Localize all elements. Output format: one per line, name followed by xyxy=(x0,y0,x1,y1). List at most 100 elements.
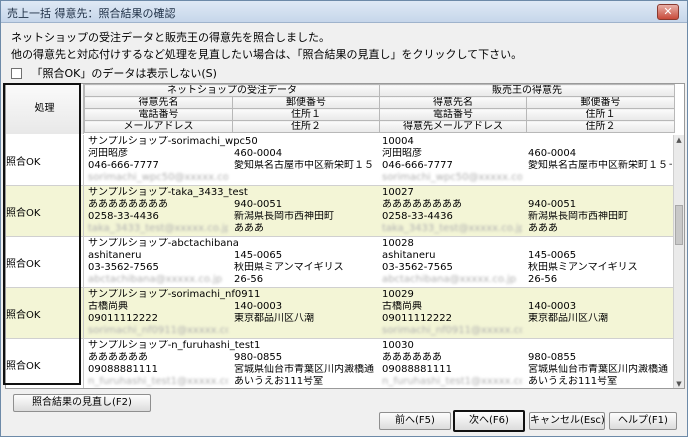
scroll-up-icon[interactable]: ▲ xyxy=(674,135,684,145)
hb-zip: 980-0855 xyxy=(528,352,577,363)
hb-name: 古橋尚典 xyxy=(382,301,422,312)
header-shop-tel[interactable]: 電話番号 xyxy=(84,108,233,121)
header-hb-zip[interactable]: 郵便番号 xyxy=(526,96,675,109)
table-row[interactable]: 照合OK サンプルショップ-sorimachi_wpc50 河田昭彦 460-0… xyxy=(6,135,674,186)
shop-zip: 145-0065 xyxy=(234,250,283,261)
match-result-grid[interactable]: 処理 ネットショップの受注データ 販売王の得意先 得意先名 郵便番号 得意先名 … xyxy=(5,83,685,389)
hide-ok-checkbox-label[interactable]: 「照合OK」のデータは表示しない(S) xyxy=(32,67,217,80)
cancel-button[interactable]: キャンセル(Esc) xyxy=(529,412,605,430)
hb-tel: 046-666-7777 xyxy=(382,160,453,171)
shop-zip: 460-0004 xyxy=(234,148,283,159)
header-shop-mail[interactable]: メールアドレス xyxy=(84,120,233,133)
header-hb-name[interactable]: 得意先名 xyxy=(379,96,527,109)
hb-zip: 140-0003 xyxy=(528,301,577,312)
shop-addr2: あああ xyxy=(234,223,264,234)
header-shop-addr2[interactable]: 住所２ xyxy=(232,120,380,133)
hb-code: 10029 xyxy=(382,289,414,300)
help-button[interactable]: ヘルプ(F1) xyxy=(609,412,677,430)
hb-code: 10027 xyxy=(382,187,414,198)
hb-code: 10028 xyxy=(382,238,414,249)
shop-name: ashitaneru xyxy=(88,250,142,261)
grid-rows: 照合OK サンプルショップ-sorimachi_wpc50 河田昭彦 460-0… xyxy=(6,135,674,388)
status-label: 照合OK xyxy=(6,310,41,321)
process-cell[interactable]: 照合OK xyxy=(6,288,84,338)
title-bar[interactable]: 売上一括 得意先：照合結果の確認 ✕ xyxy=(1,1,687,23)
header-hb-addr1[interactable]: 住所１ xyxy=(526,108,675,121)
close-button[interactable]: ✕ xyxy=(657,4,679,20)
hb-name: ああああああ xyxy=(382,352,442,363)
info-message-2: 他の得意先と対応付けするなど処理を見直したい場合は、「照合結果の見直し」をクリッ… xyxy=(11,48,523,61)
shop-addr1: 秋田県ミアンマイギリス xyxy=(234,262,344,273)
process-cell[interactable]: 照合OK xyxy=(6,339,84,388)
table-row[interactable]: 照合OK サンプルショップ-taka_3433_test ああああああああ 94… xyxy=(6,186,674,237)
shop-name: 河田昭彦 xyxy=(88,148,128,159)
shop-mail: sorimachi_nf0911@xxxxx.co.jp xyxy=(88,325,228,336)
shop-mail: n_furuhashi_test1@xxxxx.co.jp xyxy=(88,376,228,387)
header-shop-addr1[interactable]: 住所１ xyxy=(232,108,380,121)
hb-mail: taka_3433_test@xxxxx.co.jp xyxy=(382,223,522,234)
shop-zip: 140-0003 xyxy=(234,301,283,312)
header-hb-tel[interactable]: 電話番号 xyxy=(379,108,527,121)
vertical-scrollbar[interactable]: ▲ ▼ xyxy=(673,135,684,388)
shop-addr1: 宮城県仙台市青葉区川内澱橋通 xyxy=(234,364,374,375)
hb-mail: sorimachi_wpc50@xxxxx.co.jp xyxy=(382,172,522,183)
header-shop-name[interactable]: 得意先名 xyxy=(84,96,233,109)
shop-tel: 046-666-7777 xyxy=(88,160,159,171)
shop-zip: 980-0855 xyxy=(234,352,283,363)
header-hb-mail[interactable]: 得意先メールアドレス xyxy=(379,120,527,133)
hb-addr1: 東京都品川区八潮 xyxy=(528,313,608,324)
hb-tel: 03-3562-7565 xyxy=(382,262,453,273)
shop-name: ああああああああ xyxy=(88,199,168,210)
hb-zip: 940-0051 xyxy=(528,199,577,210)
shop-addr2: 26-56 xyxy=(234,274,264,285)
hb-addr2: あいうえお111号室 xyxy=(528,376,618,387)
table-row[interactable]: 照合OK サンプルショップ-n_furuhashi_test1 ああああああ 9… xyxy=(6,339,674,388)
hb-addr1: 宮城県仙台市青葉区川内澱橋通 xyxy=(528,364,668,375)
table-row[interactable]: 照合OK サンプルショップ-sorimachi_nf0911 古橋尚典 140-… xyxy=(6,288,674,339)
shop-addr1: 愛知県名古屋市中区新栄町１５－５ xyxy=(234,160,374,171)
shop-code: サンプルショップ-n_furuhashi_test1 xyxy=(88,340,261,351)
scroll-down-icon[interactable]: ▼ xyxy=(674,379,684,388)
shop-code: サンプルショップ-sorimachi_nf0911 xyxy=(88,289,261,300)
status-label: 照合OK xyxy=(6,157,41,168)
shop-addr2: あいうえお111号室 xyxy=(234,376,324,387)
status-label: 照合OK xyxy=(6,259,41,270)
header-shop-group: ネットショップの受注データ xyxy=(84,84,380,97)
shop-code: サンプルショップ-taka_3433_test xyxy=(88,187,248,198)
shop-tel: 03-3562-7565 xyxy=(88,262,159,273)
hide-ok-checkbox-row[interactable]: 「照合OK」のデータは表示しない(S) xyxy=(11,65,217,80)
hb-mail: n_furuhashi_test1@xxxxx.co.jp xyxy=(382,376,522,387)
scroll-thumb[interactable] xyxy=(675,205,683,245)
shop-tel: 09088881111 xyxy=(88,364,158,375)
prev-button[interactable]: 前へ(F5) xyxy=(379,412,451,430)
review-results-button[interactable]: 照合結果の見直し(F2) xyxy=(13,394,151,412)
dialog-window: 売上一括 得意先：照合結果の確認 ✕ ネットショップの受注データと販売王の得意先… xyxy=(0,0,688,437)
shop-mail: sorimachi_wpc50@xxxxx.co.jp xyxy=(88,172,228,183)
status-label: 照合OK xyxy=(6,361,41,372)
process-cell[interactable]: 照合OK xyxy=(6,135,84,185)
shop-mail: abctachibana@xxxxx.co.jp xyxy=(88,274,223,285)
process-cell[interactable]: 照合OK xyxy=(6,186,84,236)
shop-code: サンプルショップ-sorimachi_wpc50 xyxy=(88,136,258,147)
hb-addr2: 26-56 xyxy=(528,274,558,285)
shop-addr1: 新潟県長岡市西神田町 xyxy=(234,211,334,222)
hb-tel: 0258-33-4436 xyxy=(382,211,453,222)
grid-header: ネットショップの受注データ 販売王の得意先 得意先名 郵便番号 得意先名 郵便番… xyxy=(84,84,675,133)
hide-ok-checkbox[interactable] xyxy=(11,67,22,79)
status-label: 照合OK xyxy=(6,208,41,219)
header-shop-zip[interactable]: 郵便番号 xyxy=(232,96,380,109)
shop-tel: 09011112222 xyxy=(88,313,158,324)
hb-zip: 460-0004 xyxy=(528,148,577,159)
header-process: 処理 xyxy=(6,84,84,134)
table-row[interactable]: 照合OK サンプルショップ-abctachibana ashitaneru 14… xyxy=(6,237,674,288)
hb-addr1: 愛知県名古屋市中区新栄町１５－５ xyxy=(528,160,672,171)
hb-addr1: 新潟県長岡市西神田町 xyxy=(528,211,628,222)
next-button[interactable]: 次へ(F6) xyxy=(453,410,525,432)
process-cell[interactable]: 照合OK xyxy=(6,237,84,287)
hb-tel: 09088881111 xyxy=(382,364,452,375)
header-hanbai-group: 販売王の得意先 xyxy=(379,84,675,97)
shop-name: 古橋尚典 xyxy=(88,301,128,312)
hb-code: 10004 xyxy=(382,136,414,147)
header-hb-addr2[interactable]: 住所２ xyxy=(526,120,675,133)
hb-addr2: あああ xyxy=(528,223,558,234)
